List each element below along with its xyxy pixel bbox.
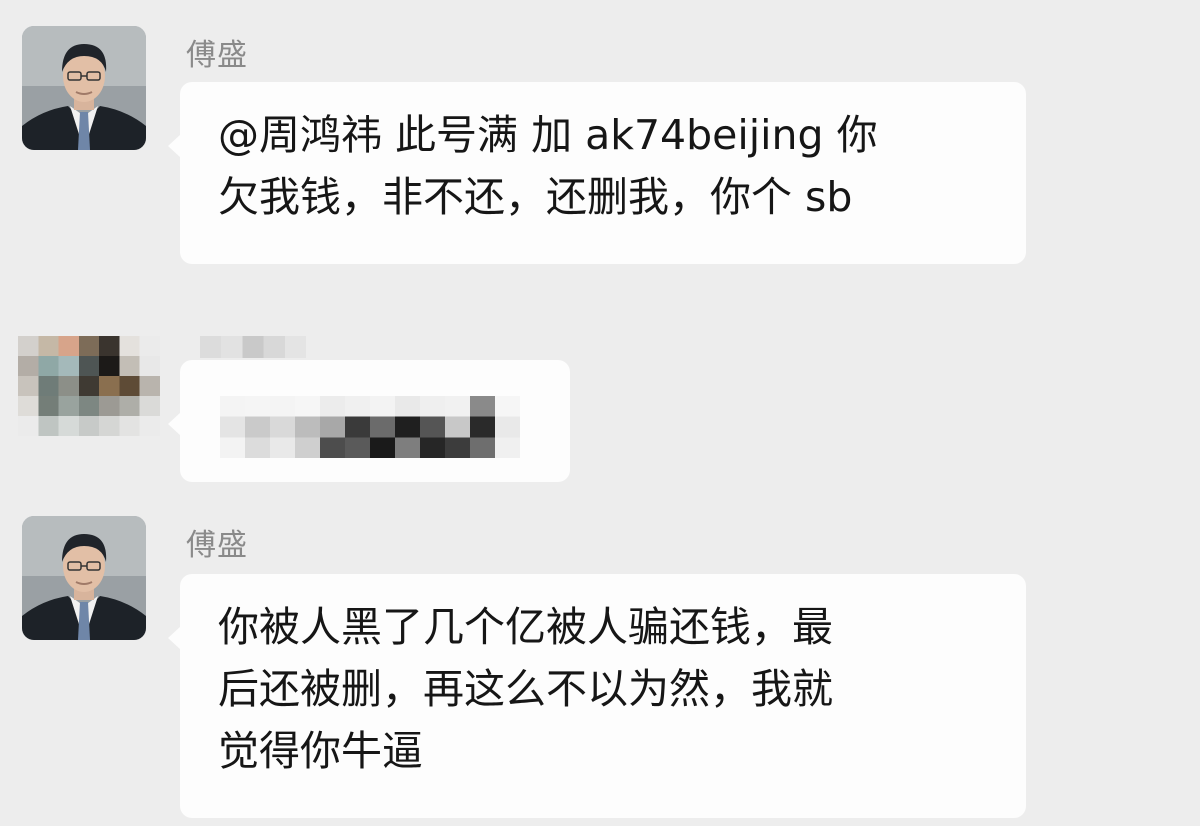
message-line: @周鸿祎 此号满 加 ak74beijing 你: [218, 111, 878, 159]
pixelated-message-text: [220, 396, 520, 458]
message-line: 觉得你牛逼: [218, 727, 423, 775]
pixelated-name-icon: [200, 336, 306, 358]
avatar[interactable]: [22, 516, 146, 640]
avatar[interactable]: [22, 26, 146, 150]
man-portrait-icon: [22, 26, 146, 150]
message-line: 后还被删，再这么不以为然，我就: [218, 665, 833, 713]
pixelated-avatar-icon: [18, 336, 160, 436]
sender-name: 傅盛: [186, 528, 248, 563]
message-line: 你被人黑了几个亿被人骗还钱，最: [218, 603, 833, 651]
sender-name: 傅盛: [186, 38, 248, 73]
message-bubble[interactable]: [168, 360, 570, 482]
message-line: 欠我钱，非不还，还删我，你个 sb: [218, 173, 853, 221]
message-bubble[interactable]: @周鸿祎 此号满 加 ak74beijing 你 欠我钱，非不还，还删我，你个 …: [168, 82, 1026, 264]
man-portrait-icon: [22, 516, 146, 640]
avatar[interactable]: [18, 336, 160, 436]
sender-name: [200, 336, 306, 358]
message-bubble[interactable]: 你被人黑了几个亿被人骗还钱，最 后还被删，再这么不以为然，我就 觉得你牛逼: [168, 574, 1026, 818]
